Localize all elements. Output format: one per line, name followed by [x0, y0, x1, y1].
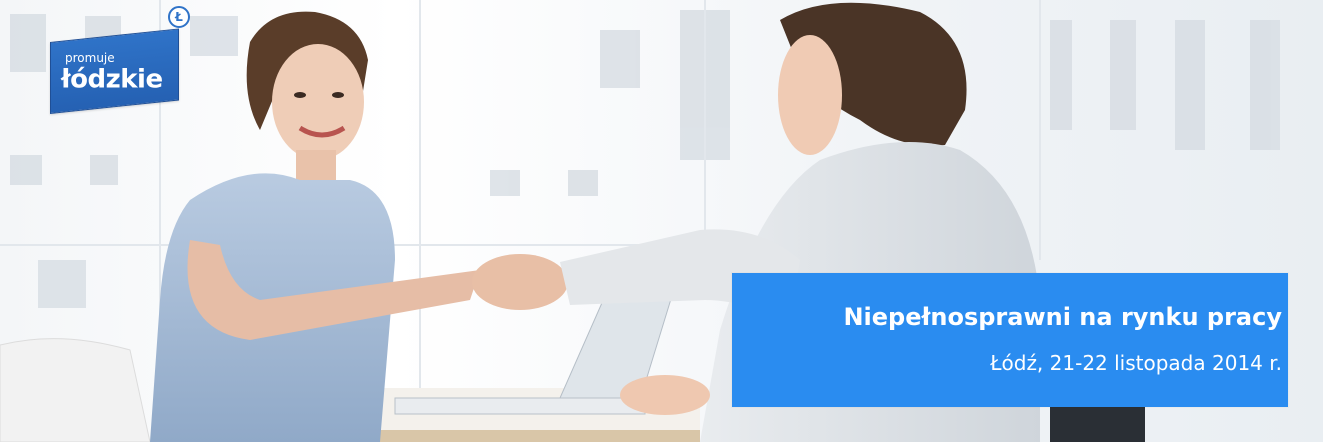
- event-date-location: Łódź, 21-22 listopada 2014 r.: [990, 351, 1282, 375]
- chair-left: [0, 338, 151, 442]
- woman-left-eye-right: [332, 92, 344, 98]
- desk-edge: [380, 430, 700, 442]
- event-caption-box: Niepełnosprawni na rynku pracy Łódź, 21-…: [732, 273, 1288, 407]
- logo-main-text: łódzkie: [61, 64, 163, 95]
- promuje-lodzkie-logo: promuje łódzkie: [50, 28, 179, 115]
- logo-small-text: promuje: [65, 50, 115, 65]
- event-title: Niepełnosprawni na rynku pracy: [843, 303, 1282, 331]
- woman-right-face: [778, 35, 842, 155]
- laptop-base: [394, 397, 646, 415]
- woman-right-hand: [620, 375, 710, 415]
- event-banner: promuje łódzkie Ł Niepełnosprawni na ryn…: [0, 0, 1323, 442]
- woman-left-face: [272, 44, 364, 160]
- handshake-hands: [472, 254, 568, 310]
- woman-left-eye-left: [294, 92, 306, 98]
- logo-badge-icon: Ł: [168, 6, 190, 28]
